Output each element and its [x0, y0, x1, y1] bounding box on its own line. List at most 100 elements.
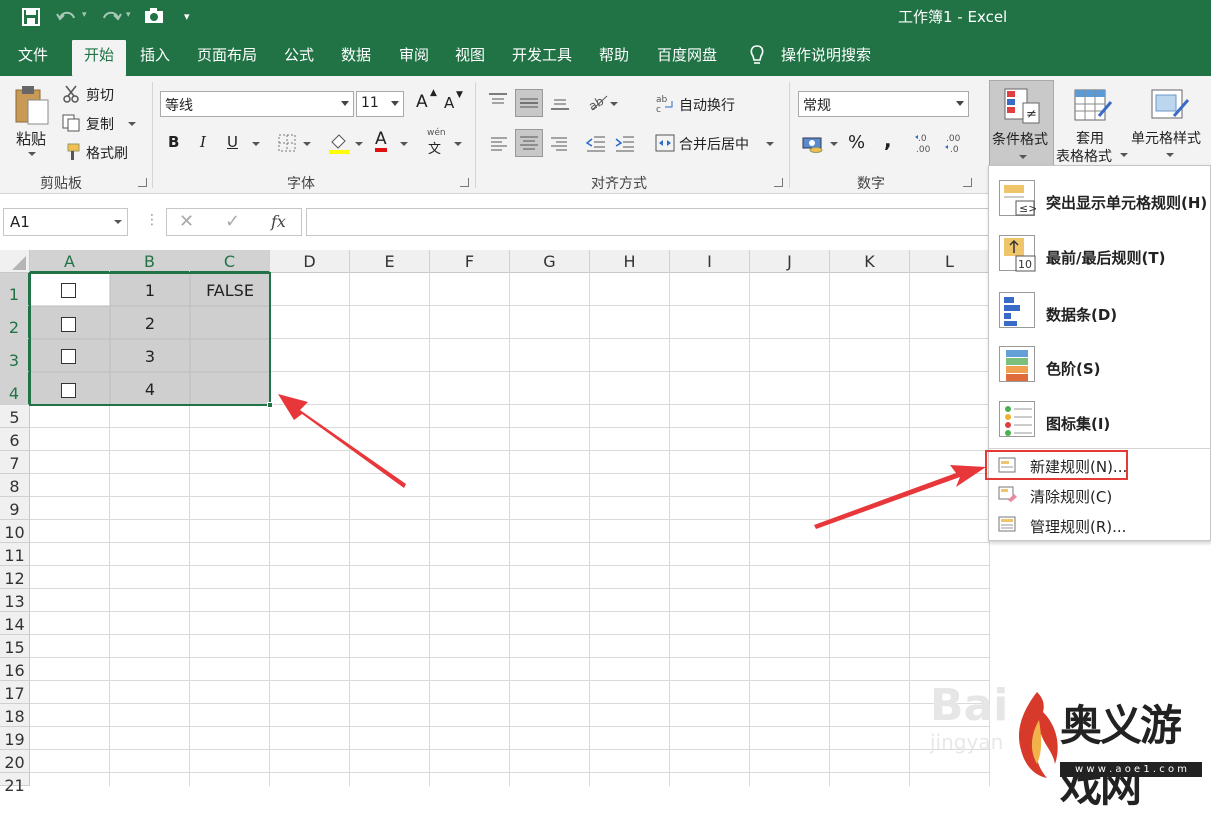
italic-button[interactable]: I — [200, 133, 206, 151]
font-launcher-icon[interactable] — [460, 178, 469, 187]
increase-decimal-icon[interactable]: .0.00 — [914, 131, 936, 155]
menu-new-rule[interactable]: 新建规则(N)... — [1030, 456, 1127, 477]
underline-button[interactable]: U — [227, 133, 238, 151]
insert-function-button[interactable]: fx — [271, 212, 286, 231]
tab-baidu-netdisk[interactable]: 百度网盘 — [657, 44, 717, 65]
orientation-icon[interactable]: ab — [587, 92, 609, 112]
tab-view[interactable]: 视图 — [455, 44, 485, 65]
fill-color-dropdown-icon[interactable] — [355, 142, 363, 146]
column-header-h[interactable]: H — [590, 250, 670, 273]
menu-top-bottom-rules[interactable]: 最前/最后规则(T) — [1046, 247, 1165, 268]
paste-icon[interactable] — [14, 84, 50, 126]
copy-dropdown-icon[interactable] — [128, 122, 136, 126]
row-header-5[interactable]: 5 — [0, 405, 30, 428]
scissors-icon[interactable] — [62, 85, 80, 103]
grow-font-button[interactable]: A — [416, 92, 428, 112]
name-box[interactable]: A1 — [3, 208, 128, 236]
alignment-launcher-icon[interactable] — [774, 178, 783, 187]
paste-dropdown-icon[interactable] — [28, 152, 36, 156]
wrap-text-icon[interactable]: abc — [655, 93, 675, 113]
menu-clear-rules[interactable]: 清除规则(C) — [1030, 486, 1112, 507]
cell-styles-icon[interactable] — [1150, 86, 1190, 126]
align-center-button[interactable] — [515, 129, 543, 157]
row-header-9[interactable]: 9 — [0, 497, 30, 520]
cut-button[interactable]: 剪切 — [86, 85, 114, 105]
phonetic-button[interactable]: 文 — [428, 138, 441, 157]
conditional-format-button[interactable]: ≠ 条件格式 — [989, 80, 1054, 170]
wrap-text-button[interactable]: 自动换行 — [679, 95, 735, 115]
align-top-icon[interactable] — [488, 92, 508, 110]
orientation-dropdown-icon[interactable] — [610, 102, 618, 106]
column-header-g[interactable]: G — [510, 250, 590, 273]
currency-dropdown-icon[interactable] — [830, 142, 838, 146]
font-color-dropdown-icon[interactable] — [400, 142, 408, 146]
paste-label[interactable]: 粘贴 — [16, 128, 46, 149]
column-header-j[interactable]: J — [750, 250, 830, 273]
font-name-select[interactable]: 等线 — [160, 91, 354, 117]
column-header-l[interactable]: L — [910, 250, 990, 273]
column-header-d[interactable]: D — [270, 250, 350, 273]
tab-home[interactable]: 开始 — [72, 40, 127, 76]
tab-insert[interactable]: 插入 — [140, 44, 170, 65]
copy-icon[interactable] — [62, 114, 80, 132]
comma-button[interactable]: , — [884, 128, 892, 152]
cell-b4[interactable]: 4 — [110, 380, 190, 399]
align-bottom-icon[interactable] — [550, 94, 570, 112]
merge-center-icon[interactable] — [655, 134, 675, 152]
row-header-13[interactable]: 13 — [0, 589, 30, 612]
decrease-decimal-icon[interactable]: .00.0 — [944, 131, 966, 155]
select-all-button[interactable] — [0, 250, 30, 273]
row-header-19[interactable]: 19 — [0, 727, 30, 750]
number-format-select[interactable]: 常规 — [798, 91, 969, 117]
row-header-18[interactable]: 18 — [0, 704, 30, 727]
font-color-button[interactable]: A — [375, 130, 387, 152]
drag-handle-icon[interactable]: ⋮ — [145, 212, 159, 228]
currency-icon[interactable] — [802, 133, 826, 153]
percent-button[interactable]: % — [848, 132, 865, 153]
format-painter-button[interactable]: 格式刷 — [86, 143, 128, 163]
row-header-21[interactable]: 21 — [0, 773, 30, 795]
menu-icon-sets[interactable]: 图标集(I) — [1046, 413, 1110, 434]
decrease-indent-icon[interactable] — [586, 135, 606, 153]
row-header-3[interactable]: 3 — [0, 339, 30, 372]
enter-check-icon[interactable]: ✓ — [225, 211, 240, 232]
border-dropdown-icon[interactable] — [303, 142, 311, 146]
tab-developer[interactable]: 开发工具 — [512, 44, 572, 65]
camera-icon[interactable] — [144, 7, 164, 25]
tab-help[interactable]: 帮助 — [599, 44, 629, 65]
row-header-4[interactable]: 4 — [0, 372, 30, 405]
tab-review[interactable]: 审阅 — [399, 44, 429, 65]
row-header-20[interactable]: 20 — [0, 750, 30, 773]
border-icon[interactable] — [278, 134, 296, 152]
underline-dropdown-icon[interactable] — [252, 142, 260, 146]
row-header-11[interactable]: 11 — [0, 543, 30, 566]
row-header-7[interactable]: 7 — [0, 451, 30, 474]
align-left-icon[interactable] — [490, 136, 508, 152]
cancel-icon[interactable]: ✕ — [179, 211, 194, 232]
font-size-select[interactable]: 11 — [356, 91, 404, 117]
merge-center-button[interactable]: 合并后居中 — [679, 134, 749, 154]
cell-styles-dropdown-icon[interactable] — [1166, 153, 1174, 157]
row-header-1[interactable]: 1 — [0, 273, 30, 306]
table-format-label-1[interactable]: 套用 — [1076, 128, 1104, 148]
redo-dropdown-icon[interactable]: ▾ — [126, 10, 131, 20]
menu-manage-rules[interactable]: 管理规则(R)... — [1030, 516, 1126, 537]
undo-dropdown-icon[interactable]: ▾ — [82, 10, 87, 20]
fill-color-icon[interactable] — [328, 132, 350, 154]
copy-button[interactable]: 复制 — [86, 114, 114, 134]
format-painter-icon[interactable] — [62, 143, 80, 161]
tab-formulas[interactable]: 公式 — [284, 44, 314, 65]
shrink-font-button[interactable]: A — [444, 94, 454, 112]
checkbox-a4[interactable] — [61, 383, 76, 398]
align-right-icon[interactable] — [550, 136, 568, 152]
row-header-10[interactable]: 10 — [0, 520, 30, 543]
redo-icon[interactable] — [100, 8, 122, 26]
row-header-12[interactable]: 12 — [0, 566, 30, 589]
row-header-15[interactable]: 15 — [0, 635, 30, 658]
number-launcher-icon[interactable] — [963, 178, 972, 187]
column-header-c[interactable]: C — [190, 250, 270, 273]
column-header-f[interactable]: F — [430, 250, 510, 273]
formula-input[interactable] — [306, 208, 990, 236]
cell-b3[interactable]: 3 — [110, 347, 190, 366]
save-icon[interactable] — [22, 8, 40, 26]
